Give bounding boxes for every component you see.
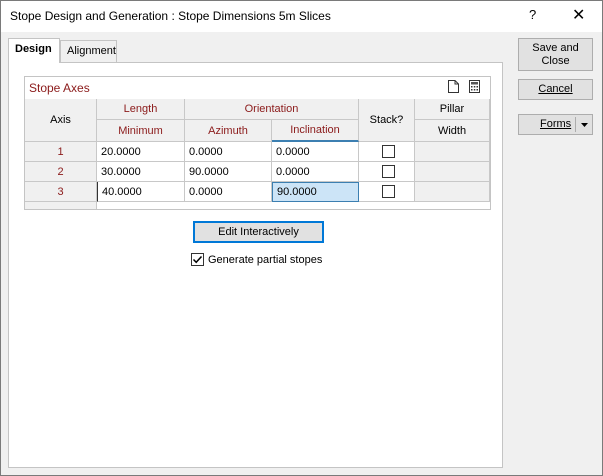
stack-cell	[359, 162, 415, 182]
help-button[interactable]: ?	[529, 7, 536, 22]
generate-partial-checkbox[interactable]	[191, 253, 204, 266]
header-length: Length	[97, 99, 185, 120]
minimum-cell[interactable]: 30.0000	[97, 162, 185, 182]
design-panel: Stope Axes Axis Length Orientation Stack…	[8, 62, 503, 468]
pillar-width-cell	[415, 142, 490, 162]
header-axis: Axis	[25, 99, 97, 142]
minimum-cell[interactable]: 20.0000	[97, 142, 185, 162]
header-minimum: Minimum	[97, 120, 185, 142]
save-and-close-button[interactable]: Save and Close	[518, 38, 593, 71]
azimuth-cell[interactable]: 90.0000	[185, 162, 272, 182]
generate-partial-stopes-row[interactable]: Generate partial stopes	[191, 253, 322, 266]
tab-design-label: Design	[15, 43, 52, 55]
new-row[interactable]	[97, 202, 490, 209]
header-inclination: Inclination	[272, 120, 359, 142]
cancel-button[interactable]: Cancel	[518, 79, 593, 100]
close-button[interactable]: ✕	[572, 5, 585, 25]
group-title: Stope Axes	[29, 81, 90, 95]
stope-axes-group: Stope Axes Axis Length Orientation Stack…	[24, 76, 491, 210]
row-header[interactable]: 3	[25, 182, 97, 202]
tab-alignment-label: Alignment	[67, 45, 116, 57]
tab-alignment[interactable]: Alignment	[60, 40, 117, 62]
azimuth-cell[interactable]: 0.0000	[185, 182, 272, 202]
row-header[interactable]: 1	[25, 142, 97, 162]
stope-axes-grid: Axis Length Orientation Stack? Pillar Mi…	[25, 99, 490, 209]
stack-checkbox[interactable]	[382, 145, 395, 158]
edit-interactively-button[interactable]: Edit Interactively	[193, 221, 324, 243]
inclination-cell[interactable]: 0.0000	[272, 162, 359, 182]
stack-cell	[359, 142, 415, 162]
forms-divider	[575, 117, 576, 132]
generate-partial-label: Generate partial stopes	[208, 253, 323, 266]
minimum-cell[interactable]: 40.0000	[97, 182, 185, 202]
save-and-close-label: Save and Close	[532, 41, 579, 67]
pillar-width-cell	[415, 182, 490, 202]
header-orientation: Orientation	[185, 99, 359, 120]
dialog-window: Stope Design and Generation : Stope Dime…	[0, 0, 603, 476]
inclination-cell[interactable]: 0.0000	[272, 142, 359, 162]
chevron-down-icon[interactable]	[581, 123, 588, 127]
inclination-cell-selected[interactable]: 90.0000	[272, 182, 359, 202]
tab-design[interactable]: Design	[8, 38, 60, 63]
header-width: Width	[415, 120, 490, 142]
title-bar: Stope Design and Generation : Stope Dime…	[1, 1, 602, 32]
calculator-icon[interactable]	[469, 80, 480, 93]
edit-interactively-label: Edit Interactively	[218, 225, 299, 238]
cancel-label: Cancel	[538, 83, 573, 95]
pillar-width-cell	[415, 162, 490, 182]
header-pillar: Pillar	[415, 99, 490, 120]
stack-checkbox[interactable]	[382, 185, 395, 198]
new-document-icon[interactable]	[448, 80, 459, 93]
header-azimuth: Azimuth	[185, 120, 272, 142]
stack-checkbox[interactable]	[382, 165, 395, 178]
azimuth-cell[interactable]: 0.0000	[185, 142, 272, 162]
row-header[interactable]: 2	[25, 162, 97, 182]
window-title: Stope Design and Generation : Stope Dime…	[10, 9, 331, 23]
forms-label: Forms	[540, 118, 572, 130]
forms-button[interactable]: Forms	[518, 114, 593, 135]
header-stack: Stack?	[359, 99, 415, 142]
checkmark-icon	[192, 255, 203, 264]
new-row-header	[25, 202, 97, 209]
stack-cell	[359, 182, 415, 202]
